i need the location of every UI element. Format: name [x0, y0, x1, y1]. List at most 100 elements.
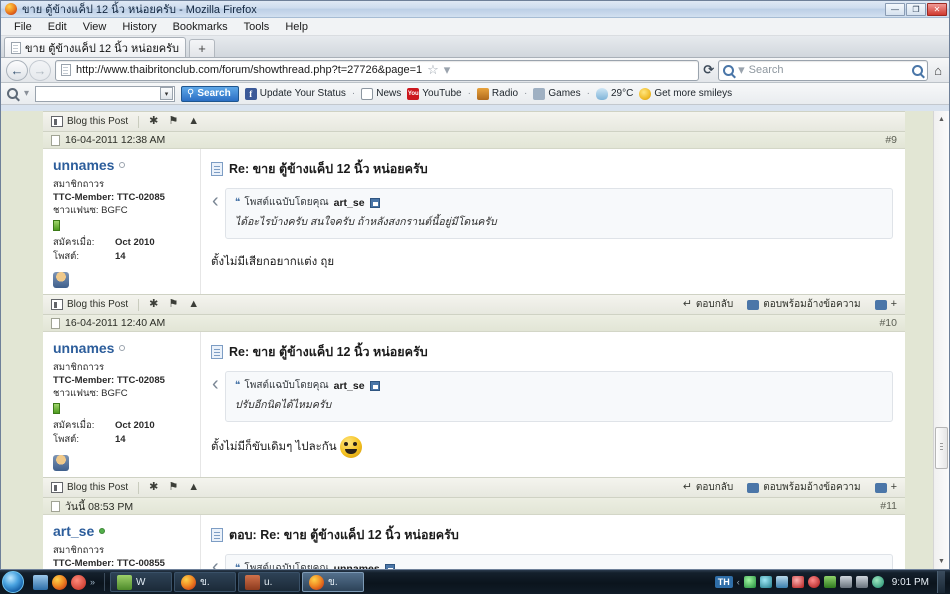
menu-edit[interactable]: Edit [41, 20, 74, 34]
close-button[interactable]: ✕ [927, 2, 947, 16]
pin-icon-10[interactable]: ✱ [149, 482, 158, 493]
reply-button-10[interactable]: ↵ ตอบกลับ [683, 480, 734, 495]
addon-search-input[interactable]: ▾ [35, 85, 176, 102]
alert-icon[interactable] [807, 576, 820, 588]
search-submit-icon[interactable] [912, 64, 924, 76]
menu-view[interactable]: View [76, 20, 114, 34]
taskbar-button-firefox-2[interactable]: ข. [302, 572, 365, 592]
flag-icon-10[interactable]: ⚑ [168, 482, 178, 493]
quote-author-9[interactable]: art_se [334, 197, 365, 209]
menu-tools[interactable]: Tools [237, 20, 277, 34]
flag-icon-0[interactable]: ⚑ [168, 116, 178, 127]
blog-this-post-button-10[interactable]: Blog this Post [51, 482, 128, 493]
scrollbar-track[interactable] [934, 127, 949, 553]
scroll-up-button[interactable]: ▲ [934, 111, 949, 127]
pin-icon-9[interactable]: ✱ [149, 299, 158, 310]
scroll-down-button[interactable]: ▼ [934, 553, 949, 569]
quote-author-11[interactable]: unnames [334, 563, 380, 570]
scrollbar-thumb[interactable] [935, 427, 948, 469]
toolbar-item-news[interactable]: News [361, 87, 401, 100]
start-button-icon[interactable] [2, 571, 24, 593]
reply-label-9: ตอบกลับ [695, 299, 734, 310]
tray-icon-1[interactable] [743, 576, 756, 588]
monitor-icon[interactable] [855, 576, 868, 588]
bookmark-star-icon[interactable]: ☆ [427, 62, 439, 78]
url-bar[interactable]: http://www.thaibritonclub.com/forum/show… [55, 59, 700, 81]
home-button[interactable]: ⌂ [932, 63, 944, 78]
multiquote-button-9[interactable]: + [874, 299, 897, 310]
tray-icon-2[interactable] [759, 576, 772, 588]
username-link-10[interactable]: unnames [53, 340, 192, 356]
date-icon [51, 500, 60, 512]
quote-jump-icon-11[interactable] [384, 563, 395, 569]
new-tab-button[interactable]: + [189, 39, 216, 57]
toolbar-item-radio[interactable]: Radio [476, 87, 518, 100]
taskbar-clock[interactable]: 9:01 PM [888, 577, 933, 588]
blog-this-post-button-9[interactable]: Blog this Post [51, 299, 128, 310]
addon-search-button[interactable]: ⚲ Search [181, 85, 239, 102]
username-link-9[interactable]: unnames [53, 157, 192, 173]
show-desktop-button[interactable] [937, 571, 945, 593]
avatar-9[interactable] [53, 272, 69, 288]
minimize-button[interactable]: — [885, 2, 905, 16]
report-icon-9[interactable]: ▲ [188, 299, 199, 310]
toolbar-item-smileys[interactable]: Get more smileys [639, 87, 732, 100]
toolbar-item-update-status[interactable]: f Update Your Status [244, 87, 346, 100]
toolbar-separator: · [351, 88, 356, 99]
post-number-10[interactable]: #10 [879, 317, 897, 329]
post-number-11[interactable]: #11 [880, 500, 897, 512]
taskbar-button-firefox-1[interactable]: ข. [174, 572, 237, 592]
browser-search-box[interactable]: ▾ Search [718, 59, 929, 81]
quote-author-10[interactable]: art_se [334, 380, 365, 392]
avatar-10[interactable] [53, 455, 69, 471]
language-indicator[interactable]: TH [714, 576, 733, 588]
back-button[interactable]: ← [6, 59, 28, 81]
tab-active[interactable]: ขาย ตู้ข้างแค็ป 12 นิ้ว หน่อยครับ [4, 37, 187, 57]
reply-with-quote-button-10[interactable]: ตอบพร้อมอ้างข้อความ [747, 480, 861, 495]
report-icon-10[interactable]: ▲ [188, 482, 199, 493]
pin-icon-0[interactable]: ✱ [149, 116, 158, 127]
search-input[interactable]: Search [749, 64, 908, 76]
quote-jump-icon-9[interactable] [369, 197, 380, 208]
multiquote-button-10[interactable]: + [874, 482, 897, 493]
quote-jump-icon-10[interactable] [369, 380, 380, 391]
tray-expand-icon[interactable]: ‹ [737, 577, 740, 587]
antivirus-icon[interactable] [791, 576, 804, 588]
toolbar-item-games[interactable]: Games [533, 87, 581, 100]
show-desktop-icon[interactable] [33, 574, 48, 590]
taskbar-button-game[interactable]: u. [238, 572, 301, 592]
firefox-icon [309, 574, 325, 590]
menu-history[interactable]: History [115, 20, 163, 34]
bookmark-dropdown-icon[interactable]: ▾ [444, 62, 451, 78]
flag-icon-9[interactable]: ⚑ [168, 299, 178, 310]
addon-dropdown-caret[interactable]: ▾ [24, 88, 29, 99]
reply-button-9[interactable]: ↵ ตอบกลับ [683, 297, 734, 312]
reply-arrow-icon: ↵ [682, 298, 692, 310]
blog-icon [51, 116, 63, 127]
toolbar-item-weather[interactable]: 29°C [595, 87, 633, 100]
reply-with-quote-button-9[interactable]: ตอบพร้อมอ้างข้อความ [747, 297, 861, 312]
username-link-11[interactable]: art_se [53, 523, 192, 539]
firefox-quicklaunch-icon[interactable] [52, 574, 67, 590]
post-body-9: ตั้งไม่มีเสียกอยากแต่ง ถุย [211, 253, 893, 271]
blog-this-post-button-0[interactable]: Blog this Post [51, 116, 128, 127]
volume-icon[interactable] [839, 576, 852, 588]
network-icon[interactable] [775, 576, 788, 588]
quicklaunch-overflow-icon[interactable]: » [90, 577, 95, 587]
addon-input-dropdown-icon[interactable]: ▾ [160, 87, 174, 100]
menu-help[interactable]: Help [278, 20, 315, 34]
report-icon-0[interactable]: ▲ [188, 116, 199, 127]
menu-bookmarks[interactable]: Bookmarks [166, 20, 235, 34]
restore-button[interactable]: ❐ [906, 2, 926, 16]
menu-file[interactable]: File [7, 20, 39, 34]
forward-button[interactable]: → [29, 59, 51, 81]
signal-bars-icon[interactable] [823, 576, 836, 588]
post-number-9[interactable]: #9 [885, 134, 897, 146]
toolbar-item-youtube[interactable]: You YouTube [407, 87, 462, 100]
opera-quicklaunch-icon[interactable] [71, 574, 86, 590]
reload-button[interactable]: ⟳ [703, 62, 714, 78]
search-engine-dropdown-icon[interactable]: ▾ [738, 62, 745, 78]
sync-icon[interactable] [871, 576, 884, 588]
taskbar-button-explorer[interactable]: W [110, 572, 173, 592]
vertical-scrollbar[interactable]: ▲ ▼ [933, 111, 949, 569]
